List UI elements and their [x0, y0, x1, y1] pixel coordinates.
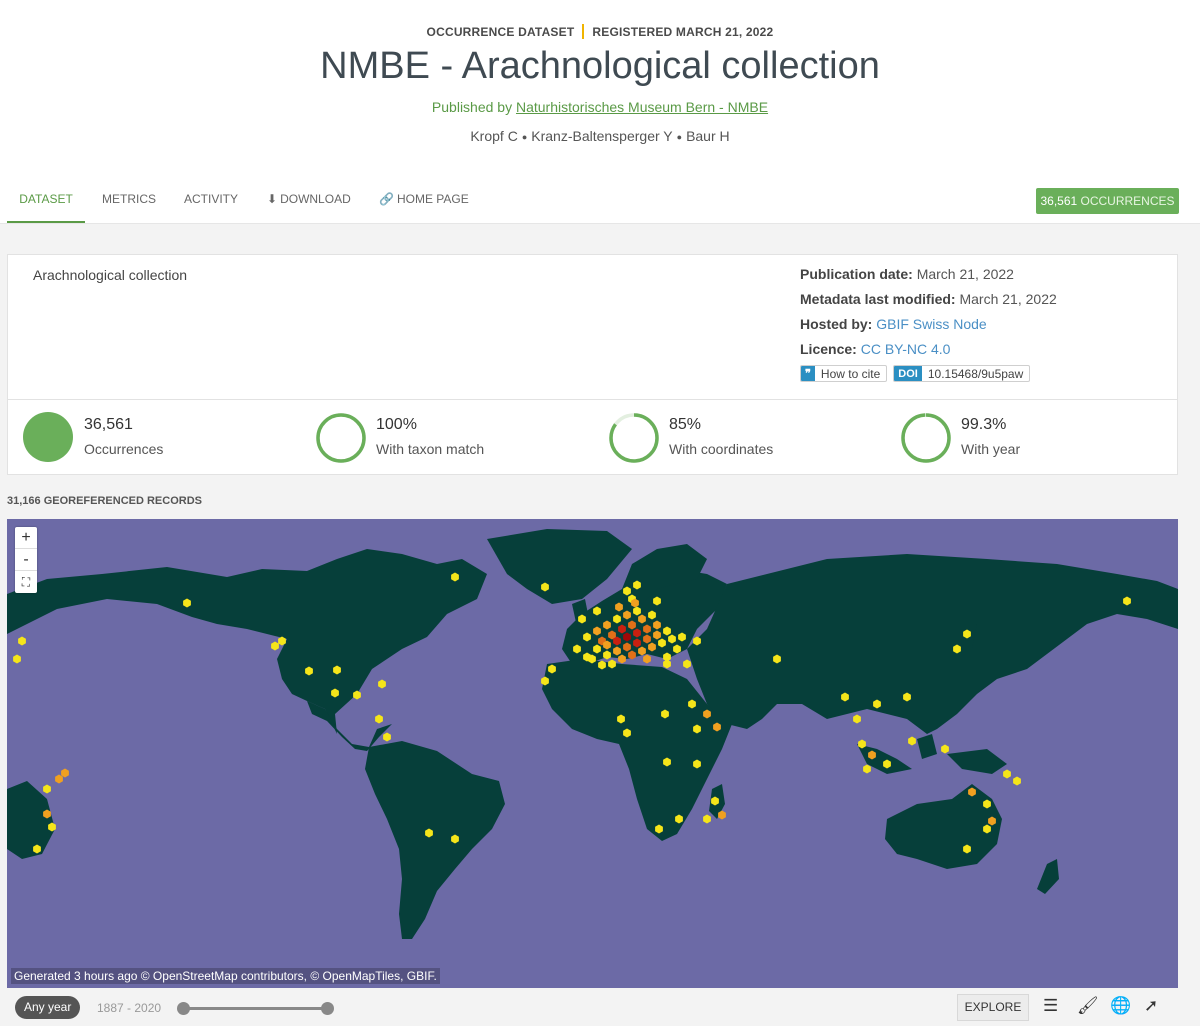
occurrence-hexbin [1013, 776, 1021, 786]
zoom-in-button[interactable]: + [15, 527, 37, 549]
doi-tag: DOI [894, 366, 922, 381]
page-title: NMBE - Arachnological collection [320, 45, 880, 87]
published-by-prefix: Published by [431, 99, 513, 115]
download-icon: ⬇ [267, 192, 278, 206]
tab-bar: DATASET METRICS ACTIVITY ⬇ DOWNLOAD 🔗 HOME… [0, 178, 1200, 224]
zoom-controls: + - ⛶ [15, 527, 37, 593]
occurrences-filled-circle [23, 412, 73, 462]
occurrence-hexbin [683, 659, 691, 669]
year-progress-ring [901, 413, 951, 463]
paint-roller-icon[interactable]: 🖌 [1077, 996, 1099, 1016]
occurrence-hexbin [55, 774, 63, 784]
hosted-by-label: Hosted by: [800, 316, 873, 332]
registered-date: REGISTERED MARCH 21, 2022 [592, 25, 774, 39]
metadata-modified-date: March 21, 2022 [959, 291, 1057, 307]
authors-line: Kropf C ● Kranz-Baltensperger Y ● Baur H [0, 128, 1200, 144]
slider-end-handle[interactable] [321, 1002, 334, 1015]
author[interactable]: Kropf C [470, 128, 517, 144]
quote-icon: ❞ [801, 366, 815, 381]
occurrence-hexbin [383, 732, 391, 742]
occurrence-hexbin [13, 654, 21, 664]
year-range-text: 1887 - 2020 [97, 1001, 162, 1015]
dataset-eyebrow: OCCURRENCE DATASET REGISTERED MARCH 21, 2… [0, 24, 1200, 39]
publisher-line: Published by Naturhistorisches Museum Be… [0, 99, 1200, 115]
doi-button[interactable]: DOI 10.15468/9u5paw [893, 365, 1031, 382]
occurrence-hexbin [941, 744, 949, 754]
occurrence-hexbin [375, 714, 383, 724]
author[interactable]: Baur H [686, 128, 730, 144]
globe-icon[interactable]: 🌐 [1110, 996, 1131, 1016]
licence-label: Licence: [800, 341, 857, 357]
licence-link[interactable]: CC BY-NC 4.0 [861, 341, 951, 357]
occurrence-hexbin [271, 641, 279, 651]
fullscreen-icon[interactable]: ⛶ [15, 571, 37, 593]
occurrence-hexbin [663, 659, 671, 669]
occurrence-hexbin [378, 679, 386, 689]
world-map-canvas[interactable] [7, 519, 1178, 988]
dataset-description: Arachnological collection [33, 267, 188, 283]
eyebrow-separator [582, 24, 585, 39]
zoom-out-button[interactable]: - [15, 549, 37, 571]
cursor-select-icon[interactable]: ➚ [1144, 996, 1158, 1016]
ring-progress [901, 413, 951, 463]
tab-download[interactable]: ⬇ DOWNLOAD [267, 178, 351, 223]
occurrence-hexbin [863, 764, 871, 774]
occurrence-hexbin [643, 654, 651, 664]
metadata-modified-label: Metadata last modified: [800, 291, 956, 307]
map-attribution: Generated 3 hours ago © OpenStreetMap co… [11, 968, 440, 984]
hosted-by-link[interactable]: GBIF Swiss Node [876, 316, 986, 332]
occurrences-label: OCCURRENCES [1080, 194, 1175, 208]
bullet-icon: ● [521, 132, 528, 142]
any-year-toggle[interactable]: Any year [15, 996, 81, 1019]
stats-bar: 36,561 Occurrences 100% With taxon match… [7, 400, 1178, 475]
occurrence-hexbin [703, 814, 711, 824]
citation-row: ❞ How to cite DOI 10.15468/9u5paw [800, 365, 1057, 382]
occurrence-hexbin [43, 784, 51, 794]
tab-metrics[interactable]: METRICS [102, 178, 156, 223]
metadata-panel: Publication date: March 21, 2022 Metadat… [800, 265, 1057, 382]
year-range-slider[interactable] [177, 1002, 334, 1015]
summary-card: Arachnological collection Publication da… [7, 254, 1178, 400]
publisher-link[interactable]: Naturhistorisches Museum Bern - NMBE [516, 99, 768, 115]
explore-button[interactable]: EXPLORE [957, 994, 1029, 1021]
ring-progress [316, 413, 366, 463]
map-toolbar: Any year 1887 - 2020 EXPLORE ☰ 🖌 🌐 ➚ [7, 988, 1178, 1026]
tab-home-page[interactable]: 🔗 HOME PAGE [379, 178, 469, 223]
tab-dataset[interactable]: DATASET [7, 178, 85, 223]
link-icon: 🔗 [379, 192, 394, 206]
how-to-cite-button[interactable]: ❞ How to cite [800, 365, 888, 382]
occurrence-map[interactable]: + - ⛶ Generated 3 hours ago © OpenStreet… [7, 519, 1178, 988]
dataset-type: OCCURRENCE DATASET [426, 25, 575, 39]
slider-start-handle[interactable] [177, 1002, 190, 1015]
coordinates-progress-ring [609, 413, 659, 463]
georeferenced-records-label: 31,166 GEOREFERENCED RECORDS [7, 495, 202, 507]
occurrence-hexbin [18, 636, 26, 646]
occurrences-count: 36,561 [1040, 194, 1078, 208]
occurrence-hexbin [853, 714, 861, 724]
occurrence-hexbin [1003, 769, 1011, 779]
occurrences-button[interactable]: 36,561 OCCURRENCES [1036, 188, 1179, 214]
occurrence-hexbin [908, 736, 916, 746]
doi-value: 10.15468/9u5paw [927, 366, 1024, 381]
occurrence-hexbin [61, 768, 69, 778]
land-masses [7, 529, 1178, 939]
publication-date-label: Publication date: [800, 266, 913, 282]
publication-date: March 21, 2022 [916, 266, 1014, 282]
filter-settings-icon[interactable]: ☰ [1043, 996, 1058, 1016]
bullet-icon: ● [676, 132, 683, 142]
slider-track [183, 1007, 328, 1010]
taxon-match-progress-ring [316, 413, 366, 463]
author[interactable]: Kranz-Baltensperger Y [531, 128, 672, 144]
tab-activity[interactable]: ACTIVITY [184, 178, 238, 223]
